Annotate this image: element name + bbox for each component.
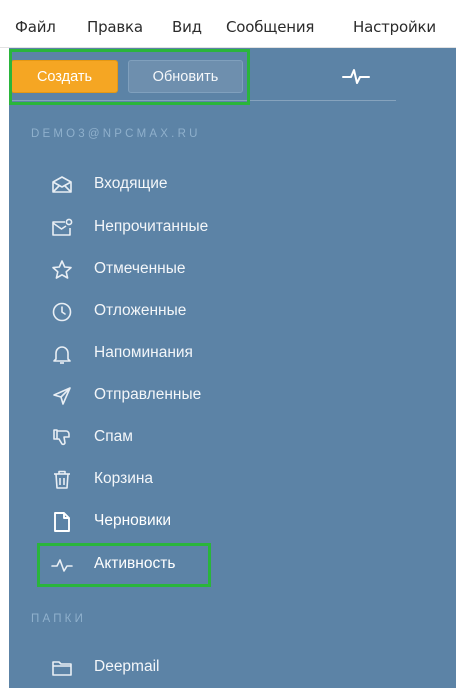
folder-icon [50,656,74,680]
draft-file-icon [50,510,74,534]
nav-label: Непрочитанные [94,218,209,235]
menu-messages[interactable]: Сообщения [226,18,314,36]
bell-icon [50,342,74,366]
nav-label: Черновики [94,512,172,529]
nav-label: Входящие [94,175,168,192]
menu-bar: Файл Правка Вид Сообщения Настройки [0,0,456,48]
folders-section-title: ПАПКИ [31,613,87,625]
star-icon [50,258,74,282]
mail-sidebar [9,48,456,688]
trash-icon [50,468,74,492]
thumbs-down-icon [50,426,74,450]
menu-file[interactable]: Файл [15,18,56,36]
nav-label: Отмеченные [94,260,186,277]
nav-label: Deepmail [94,658,160,675]
send-icon [50,384,74,408]
nav-label: Напоминания [94,344,193,361]
nav-label: Спам [94,428,133,445]
nav-label: Активность [94,555,176,572]
clock-icon [50,300,74,324]
inbox-icon [50,173,74,197]
nav-label: Отправленные [94,386,202,403]
account-email: DEMO3@NPCMAX.RU [31,128,201,140]
nav-label: Корзина [94,470,154,487]
activity-pulse-icon[interactable] [342,64,370,93]
toolbar-divider [9,100,396,101]
unread-mail-icon [50,216,74,240]
refresh-button[interactable]: Обновить [128,60,243,93]
menu-settings[interactable]: Настройки [353,18,436,36]
menu-edit[interactable]: Правка [87,18,143,36]
activity-pulse-icon [50,553,74,577]
menu-view[interactable]: Вид [172,18,202,36]
nav-label: Отложенные [94,302,187,319]
create-button[interactable]: Создать [11,60,118,93]
